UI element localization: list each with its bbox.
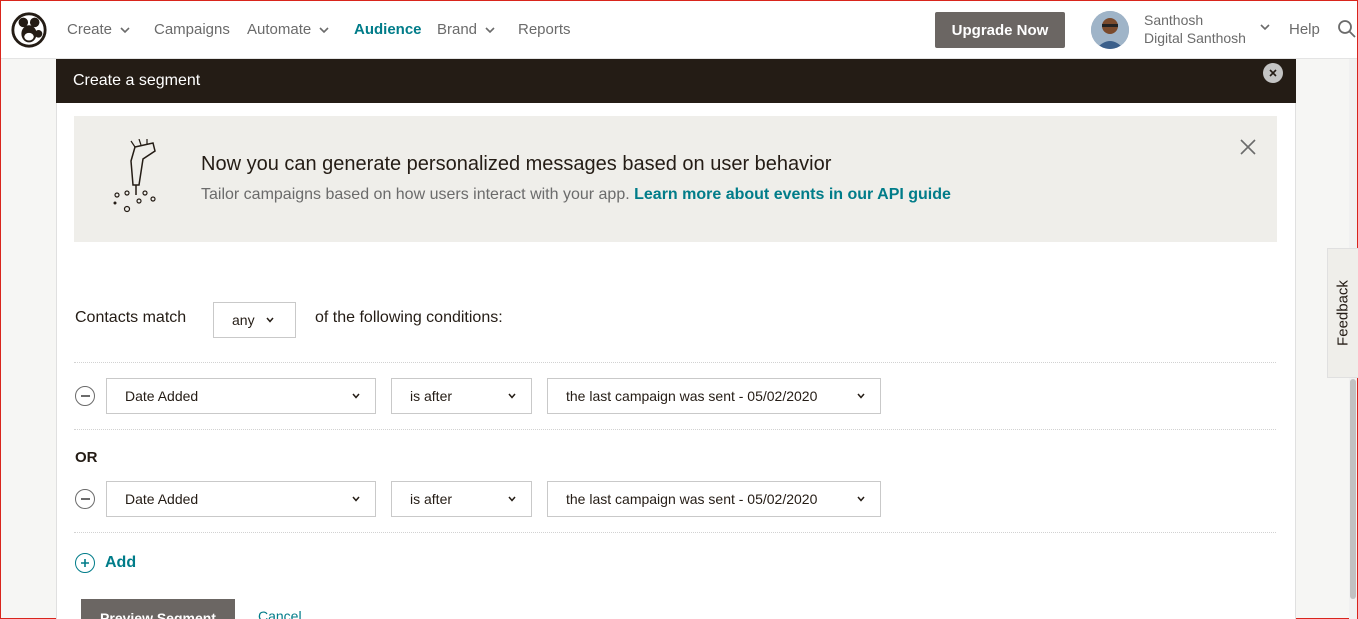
chevron-down-icon (508, 393, 516, 399)
nav-automate[interactable]: Automate (247, 21, 329, 38)
chevron-down-icon (319, 26, 329, 33)
close-icon[interactable] (1239, 138, 1257, 156)
condition-operator-select[interactable]: is after (391, 378, 532, 414)
modal-header: Create a segment (56, 59, 1296, 103)
nav-brand[interactable]: Brand (437, 21, 495, 38)
top-navigation: Create Campaigns Automate Audience Brand… (1, 1, 1357, 59)
or-label: OR (75, 449, 98, 466)
nav-campaigns[interactable]: Campaigns (154, 21, 230, 38)
minus-icon (80, 498, 90, 500)
avatar[interactable] (1091, 11, 1129, 49)
cancel-link[interactable]: Cancel (258, 608, 302, 619)
match-label: Contacts match (75, 309, 187, 326)
chevron-down-icon (352, 496, 360, 502)
api-guide-link[interactable]: Learn more about events in our API guide (634, 186, 951, 203)
nav-create[interactable]: Create (67, 21, 130, 38)
user-menu[interactable]: Santhosh Digital Santhosh (1144, 11, 1246, 47)
nav-reports[interactable]: Reports (518, 21, 571, 38)
user-name: Santhosh (1144, 12, 1204, 28)
chevron-down-icon (352, 393, 360, 399)
match-type-select[interactable]: any (213, 302, 296, 338)
chevron-down-icon (266, 317, 274, 323)
user-photo-icon (1091, 11, 1129, 49)
condition-field-select[interactable]: Date Added (106, 378, 376, 414)
chevron-down-icon (508, 496, 516, 502)
chevron-down-icon (857, 496, 865, 502)
add-condition-button[interactable]: Add (75, 553, 136, 573)
match-suffix: of the following conditions: (315, 309, 503, 326)
condition-field-select[interactable]: Date Added (106, 481, 376, 517)
divider (74, 532, 1276, 533)
info-banner (74, 116, 1277, 242)
help-link[interactable]: Help (1289, 21, 1320, 38)
minus-icon (80, 395, 90, 397)
remove-condition-button[interactable] (75, 489, 95, 509)
preview-segment-button[interactable]: Preview Segment (81, 599, 235, 619)
nav-audience[interactable]: Audience (354, 21, 422, 38)
divider (74, 362, 1276, 363)
chevron-down-icon (120, 26, 130, 33)
match-type-value: any (232, 312, 255, 328)
scrollbar-thumb[interactable] (1350, 379, 1356, 599)
banner-title: Now you can generate personalized messag… (201, 153, 832, 175)
chevron-down-icon (485, 26, 495, 33)
divider (74, 429, 1276, 430)
chevron-down-icon[interactable] (1259, 21, 1271, 33)
account-name: Digital Santhosh (1144, 30, 1246, 46)
upgrade-now-button[interactable]: Upgrade Now (935, 12, 1065, 48)
feedback-tab[interactable]: Feedback (1327, 248, 1358, 378)
add-label: Add (105, 554, 137, 571)
search-icon[interactable] (1337, 19, 1357, 39)
banner-text: Tailor campaigns based on how users inte… (201, 186, 951, 204)
remove-condition-button[interactable] (75, 386, 95, 406)
chevron-down-icon (857, 393, 865, 399)
modal-title: Create a segment (73, 72, 201, 89)
condition-operator-select[interactable]: is after (391, 481, 532, 517)
mailchimp-logo-icon[interactable] (10, 11, 48, 49)
pointing-hand-illustration-icon (113, 139, 156, 213)
close-icon (1269, 69, 1277, 77)
banner-description: Tailor campaigns based on how users inte… (201, 186, 630, 203)
plus-circle-icon (75, 553, 95, 573)
condition-value-select[interactable]: the last campaign was sent - 05/02/2020 (547, 378, 881, 414)
condition-value-select[interactable]: the last campaign was sent - 05/02/2020 (547, 481, 881, 517)
feedback-label: Feedback (1334, 280, 1352, 346)
modal-close-button[interactable] (1263, 63, 1283, 83)
